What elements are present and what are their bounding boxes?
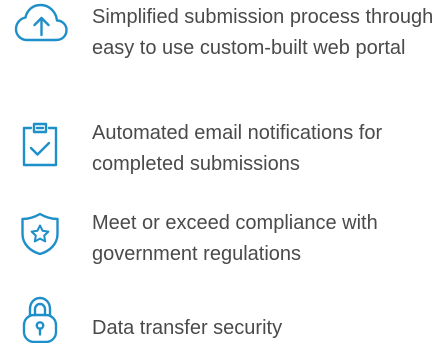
padlock-icon: [21, 296, 59, 343]
feature-text: Simplified submission process through ea…: [92, 6, 434, 59]
cloud-upload-icon: [14, 2, 68, 44]
feature-text: Automated email notifications for comple…: [92, 122, 383, 175]
feature-text: Meet or exceed compliance with governmen…: [92, 212, 378, 265]
clipboard-check-icon: [20, 122, 60, 168]
shield-star-icon: [20, 212, 60, 256]
feature-text: Data transfer security: [92, 317, 283, 339]
